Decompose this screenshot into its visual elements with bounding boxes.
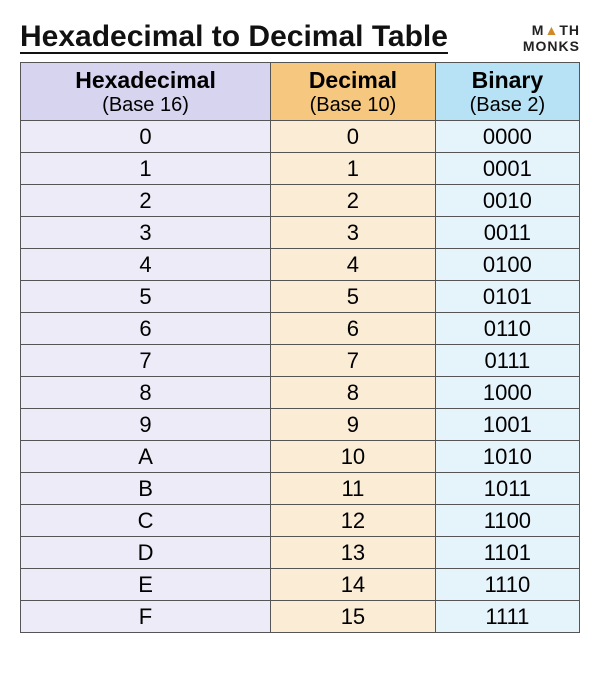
table-row: 991001: [21, 409, 580, 441]
cell-bin: 0110: [435, 313, 579, 345]
cell-hex: B: [21, 473, 271, 505]
table-row: 440100: [21, 249, 580, 281]
table-row: 110001: [21, 153, 580, 185]
cell-hex: 9: [21, 409, 271, 441]
cell-hex: 0: [21, 121, 271, 153]
col-header-dec: Decimal (Base 10): [271, 63, 436, 121]
table-row: C121100: [21, 505, 580, 537]
table-body: 0000001100012200103300114401005501016601…: [21, 121, 580, 633]
logo-line2: MONKS: [523, 39, 580, 54]
table-row: 220010: [21, 185, 580, 217]
cell-hex: 2: [21, 185, 271, 217]
cell-dec: 5: [271, 281, 436, 313]
logo-line1: M▲TH: [523, 23, 580, 38]
cell-bin: 0011: [435, 217, 579, 249]
cell-dec: 15: [271, 601, 436, 633]
cell-hex: D: [21, 537, 271, 569]
cell-bin: 0101: [435, 281, 579, 313]
cell-bin: 0100: [435, 249, 579, 281]
cell-dec: 11: [271, 473, 436, 505]
table-row: 881000: [21, 377, 580, 409]
logo-m: M: [532, 22, 545, 38]
cell-bin: 0001: [435, 153, 579, 185]
cell-bin: 1001: [435, 409, 579, 441]
table-row: B111011: [21, 473, 580, 505]
cell-hex: 3: [21, 217, 271, 249]
table-row: D131101: [21, 537, 580, 569]
table-row: 550101: [21, 281, 580, 313]
cell-bin: 1101: [435, 537, 579, 569]
col-base: (Base 10): [310, 94, 397, 116]
col-name: Hexadecimal: [75, 67, 216, 93]
cell-bin: 1011: [435, 473, 579, 505]
table-row: E141110: [21, 569, 580, 601]
cell-hex: E: [21, 569, 271, 601]
col-base: (Base 16): [102, 94, 189, 116]
cell-dec: 2: [271, 185, 436, 217]
cell-dec: 1: [271, 153, 436, 185]
cell-hex: 1: [21, 153, 271, 185]
col-name: Decimal: [309, 67, 397, 93]
cell-dec: 0: [271, 121, 436, 153]
cell-hex: 7: [21, 345, 271, 377]
cell-bin: 1110: [435, 569, 579, 601]
cell-dec: 14: [271, 569, 436, 601]
cell-bin: 1100: [435, 505, 579, 537]
cell-bin: 1010: [435, 441, 579, 473]
cell-dec: 13: [271, 537, 436, 569]
cell-bin: 1000: [435, 377, 579, 409]
table-row: 330011: [21, 217, 580, 249]
col-name: Binary: [472, 67, 544, 93]
cell-bin: 0000: [435, 121, 579, 153]
cell-hex: 8: [21, 377, 271, 409]
cell-dec: 10: [271, 441, 436, 473]
cell-hex: 6: [21, 313, 271, 345]
cell-hex: A: [21, 441, 271, 473]
col-header-bin: Binary (Base 2): [435, 63, 579, 121]
cell-dec: 7: [271, 345, 436, 377]
header-row: Hexadecimal to Decimal Table M▲TH MONKS: [20, 20, 580, 54]
cell-dec: 4: [271, 249, 436, 281]
cell-dec: 9: [271, 409, 436, 441]
cell-hex: 5: [21, 281, 271, 313]
cell-dec: 8: [271, 377, 436, 409]
col-base: (Base 2): [470, 94, 546, 116]
triangle-icon: ▲: [544, 22, 559, 38]
logo: M▲TH MONKS: [523, 23, 580, 54]
cell-hex: 4: [21, 249, 271, 281]
col-header-hex: Hexadecimal (Base 16): [21, 63, 271, 121]
cell-bin: 0111: [435, 345, 579, 377]
logo-th: TH: [559, 22, 580, 38]
table-row: 660110: [21, 313, 580, 345]
table-row: F151111: [21, 601, 580, 633]
conversion-table: Hexadecimal (Base 16) Decimal (Base 10) …: [20, 62, 580, 633]
table-row: 000000: [21, 121, 580, 153]
cell-bin: 1111: [435, 601, 579, 633]
table-row: A101010: [21, 441, 580, 473]
table-row: 770111: [21, 345, 580, 377]
cell-bin: 0010: [435, 185, 579, 217]
cell-dec: 6: [271, 313, 436, 345]
cell-hex: F: [21, 601, 271, 633]
cell-dec: 12: [271, 505, 436, 537]
cell-hex: C: [21, 505, 271, 537]
table-header-row: Hexadecimal (Base 16) Decimal (Base 10) …: [21, 63, 580, 121]
page-title: Hexadecimal to Decimal Table: [20, 20, 448, 54]
cell-dec: 3: [271, 217, 436, 249]
